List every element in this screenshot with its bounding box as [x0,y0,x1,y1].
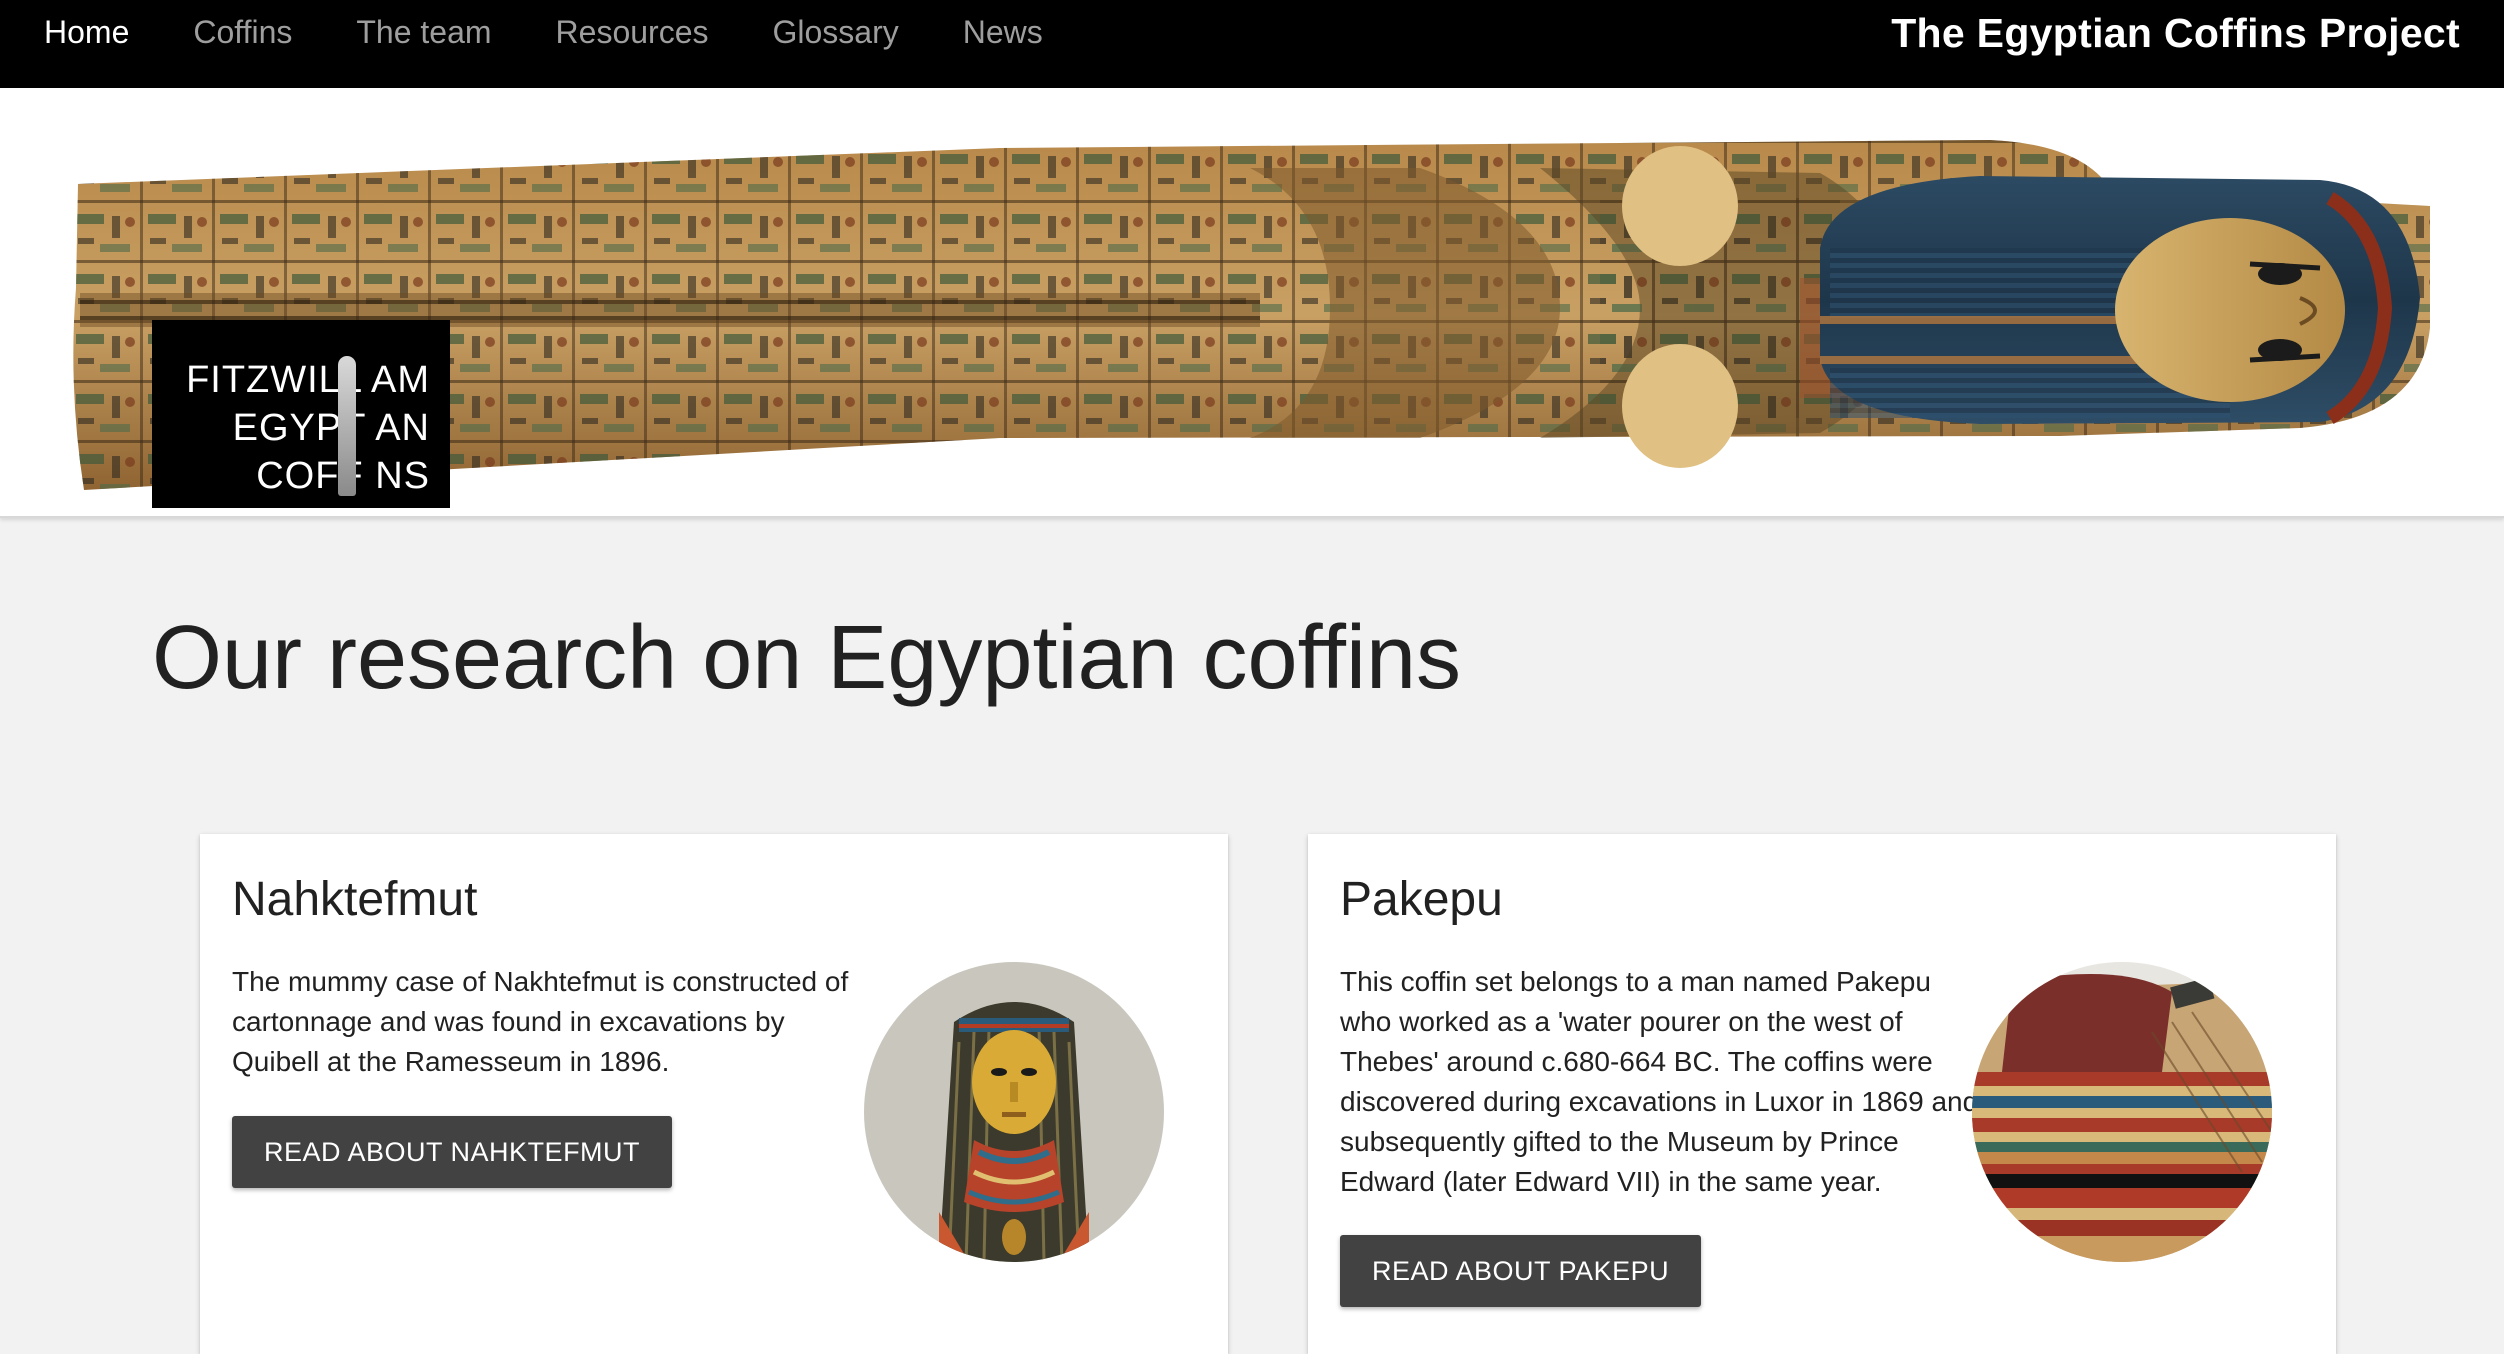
read-about-nahktefmut-button[interactable]: READ ABOUT NAHKTEFMUT [232,1116,673,1188]
pakepu-coffin-photo [1972,962,2272,1262]
page-heading: Our research on Egyptian coffins [152,608,1462,708]
coffin-card-nahktefmut: Nahktefmut The mummy case of Nakhtefmut … [200,834,1228,1354]
pakepu-thumbnail-image[interactable] [1972,962,2272,1262]
nakhtefmut-thumbnail-image[interactable] [864,962,1164,1262]
banner: FITZWILL AM EGYPT AN COFF NS [0,88,2504,518]
nav-item-glossary[interactable]: Glossary [741,0,931,64]
card-description: This coffin set belongs to a man named P… [1340,966,1979,1197]
fitzwilliam-egyptian-coffins-logo[interactable]: FITZWILL AM EGYPT AN COFF NS [152,320,450,508]
nakhtefmut-mummy-case-photo [864,962,1164,1262]
site-title[interactable]: The Egyptian Coffins Project [1891,0,2460,66]
logo-line-1: FITZWILL AM [186,359,430,401]
nav-item-the-team[interactable]: The team [324,0,523,64]
top-navbar: Home Coffins The team Resources Glossary… [0,0,2504,88]
nav-item-coffins[interactable]: Coffins [161,0,324,64]
read-about-pakepu-button[interactable]: READ ABOUT PAKEPU [1340,1235,1702,1307]
logo-line-2: EGYPT AN [232,407,430,449]
logo-coffin-figure-icon [338,356,356,496]
coffin-card-pakepu: Pakepu This coffin set belongs to a man … [1308,834,2336,1354]
card-description: The mummy case of Nakhtefmut is construc… [232,966,849,1077]
nav-item-home[interactable]: Home [0,0,161,64]
card-title: Nahktefmut [232,873,478,926]
nav-item-resources[interactable]: Resources [524,0,741,64]
card-title: Pakepu [1340,873,1503,926]
nav-item-news[interactable]: News [931,0,1075,64]
nav-links: Home Coffins The team Resources Glossary… [0,0,1075,64]
